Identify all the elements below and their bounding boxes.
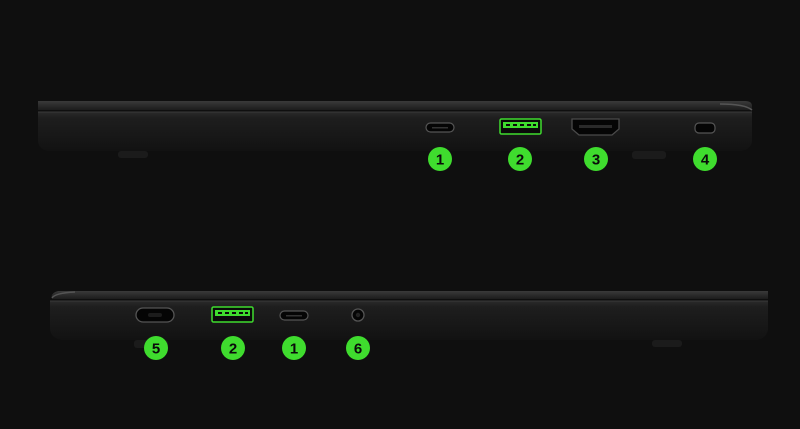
port-badge: 2 [508,147,532,171]
port-badge-number: 4 [701,152,710,169]
port-badge-number: 6 [354,341,362,358]
port-badge-number: 1 [290,341,298,358]
port-badge-number: 2 [229,341,237,358]
usb-c-tongue [286,315,302,317]
port-badge-number: 1 [436,152,444,169]
port-badge-number: 2 [516,152,524,169]
port-badge: 1 [428,147,452,171]
hdmi-tongue [579,125,612,128]
port-badge: 5 [144,336,168,360]
left-side-laptop: 5 2 1 6 [50,291,769,360]
laptop-lid [51,291,769,299]
rubber-foot [632,151,666,159]
power-port-pin [148,313,162,317]
laptop-lid [38,101,752,110]
port-badge: 2 [221,336,245,360]
laptop-side-views: 1 2 3 4 5 2 1 6 [38,101,769,360]
port-badge: 4 [693,147,717,171]
rubber-foot [652,340,682,347]
audio-jack-hole [355,312,361,318]
port-badge: 3 [584,147,608,171]
port-badge-number: 3 [592,152,600,169]
right-side-laptop: 1 2 3 4 [38,101,753,171]
laptop-base [38,112,752,151]
security-lock-slot-icon [694,122,716,134]
usb-c-tongue [432,127,448,129]
port-badge-number: 5 [152,341,160,358]
ports-diagram: 1 2 3 4 5 2 1 6 [0,0,800,429]
port-badge: 6 [346,336,370,360]
port-badge: 1 [282,336,306,360]
rubber-foot [118,151,148,158]
